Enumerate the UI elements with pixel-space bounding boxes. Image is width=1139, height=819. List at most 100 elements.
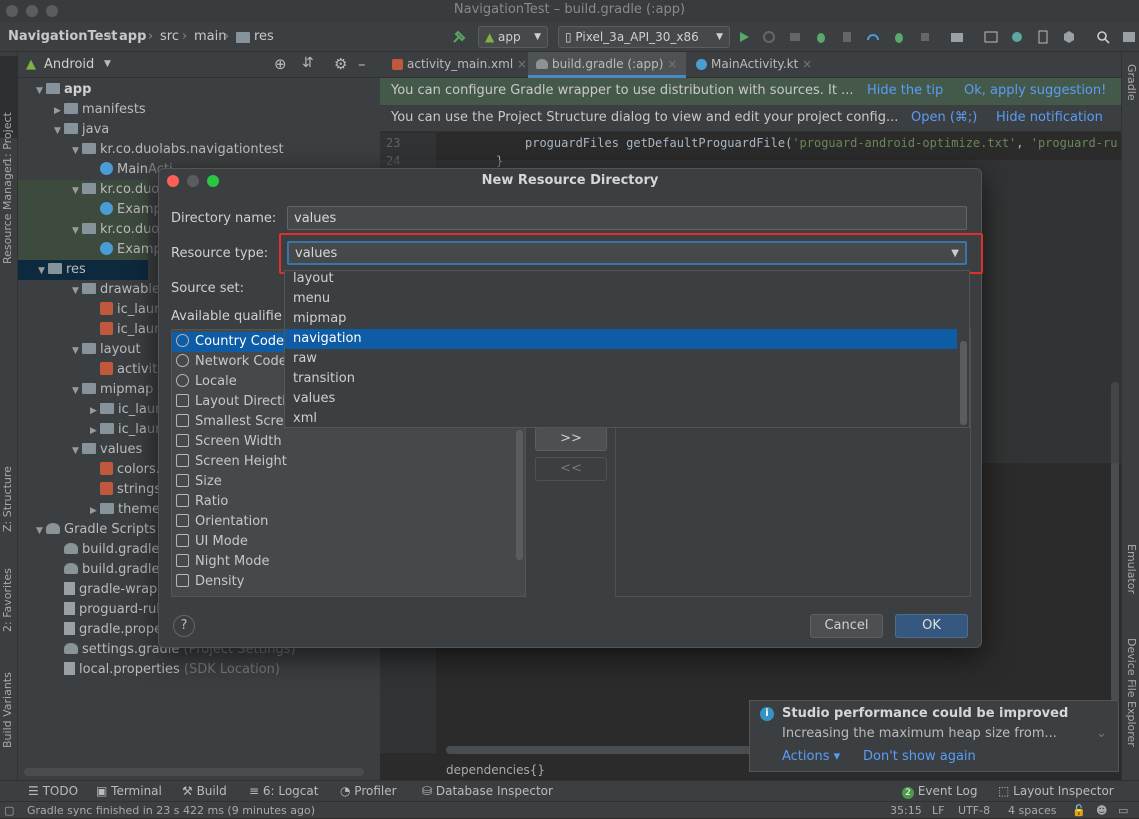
open-project-structure-link[interactable]: Open (⌘;) bbox=[911, 105, 977, 131]
dont-show-again-link[interactable]: Don't show again bbox=[863, 749, 976, 764]
search-icon[interactable] bbox=[1096, 30, 1110, 44]
tree-item[interactable]: ▼ java bbox=[54, 120, 109, 140]
device-file-explorer-tool-tab[interactable]: Device File Explorer bbox=[1125, 638, 1138, 747]
hide-tip-link[interactable]: Hide the tip bbox=[867, 78, 943, 104]
tree-item[interactable]: colors.x bbox=[90, 460, 168, 480]
qualifier-item[interactable]: Night Mode bbox=[172, 552, 269, 572]
gradle-sync-icon[interactable] bbox=[1010, 30, 1024, 44]
dropdown-option[interactable]: raw bbox=[285, 349, 957, 369]
profiler-tool-button[interactable]: ◔ Profiler bbox=[340, 784, 397, 798]
profile-icon[interactable] bbox=[866, 30, 880, 44]
qualifier-item[interactable]: Screen Height bbox=[172, 452, 287, 472]
tree-item[interactable]: ▶ themes bbox=[90, 500, 167, 520]
tree-item[interactable]: ▼ layout bbox=[72, 340, 141, 360]
tree-item-gradle-scripts[interactable]: ▼ Gradle Scripts bbox=[36, 520, 156, 540]
dropdown-option[interactable]: mipmap bbox=[285, 309, 957, 329]
dropdown-option[interactable]: menu bbox=[285, 289, 957, 309]
cancel-button[interactable]: Cancel bbox=[810, 614, 883, 638]
run-icon[interactable] bbox=[737, 30, 751, 44]
caret-position[interactable]: 35:15 bbox=[890, 802, 922, 819]
layout-inspector-tool-icon[interactable] bbox=[1062, 30, 1076, 44]
gradle-tool-tab[interactable]: Gradle bbox=[1125, 64, 1138, 101]
tree-item-res[interactable]: ▼ res bbox=[18, 260, 148, 280]
stop-icon[interactable] bbox=[918, 30, 932, 44]
notification-actions-link[interactable]: Actions ▾ bbox=[782, 749, 840, 764]
locate-icon[interactable]: ⊕ bbox=[274, 55, 287, 73]
qualifier-item[interactable]: Smallest Scre bbox=[172, 412, 284, 432]
favorites-tool-tab[interactable]: 2: Favorites bbox=[1, 568, 14, 632]
tree-item[interactable]: ▼ kr.co.duolabs.navigationtest bbox=[72, 140, 284, 160]
tree-item[interactable]: ▼ values bbox=[72, 440, 142, 460]
expand-icon[interactable]: ⌄ bbox=[1096, 726, 1107, 741]
debug-icon[interactable] bbox=[814, 30, 828, 44]
dropdown-option[interactable]: layout bbox=[285, 269, 957, 289]
hammer-icon[interactable] bbox=[452, 30, 466, 44]
indent-setting[interactable]: 4 spaces bbox=[1008, 802, 1057, 819]
resource-type-dropdown-list[interactable]: layout menu mipmap navigation raw transi… bbox=[284, 270, 970, 428]
rerun-icon[interactable] bbox=[762, 30, 776, 44]
qualifier-item[interactable]: Size bbox=[172, 472, 222, 492]
tab-main-activity[interactable]: MainActivity.kt × bbox=[688, 52, 812, 78]
sdk-manager-icon[interactable] bbox=[984, 30, 998, 44]
notifications-icon[interactable] bbox=[1122, 30, 1136, 44]
tree-item-app[interactable]: ▼ app bbox=[36, 80, 91, 100]
tree-item[interactable]: ▼ drawable bbox=[72, 280, 160, 300]
qualifier-item[interactable]: Density bbox=[172, 572, 244, 592]
status-message[interactable]: Gradle sync finished in 23 s 422 ms (9 m… bbox=[27, 802, 315, 819]
close-dialog-button[interactable] bbox=[167, 175, 179, 187]
qualifier-item[interactable]: Orientation bbox=[172, 512, 268, 532]
qualifier-item[interactable]: Ratio bbox=[172, 492, 228, 512]
tree-item[interactable]: proguard-rul bbox=[54, 600, 160, 620]
logcat-tool-button[interactable]: ≡ 6: Logcat bbox=[249, 784, 318, 798]
qualifier-item[interactable]: Screen Width bbox=[172, 432, 282, 452]
dropdown-option[interactable]: values bbox=[285, 389, 957, 409]
tree-item[interactable]: gradle-wrap bbox=[54, 580, 157, 600]
dropdown-scrollbar[interactable] bbox=[960, 341, 967, 425]
tree-item[interactable]: build.gradle bbox=[54, 540, 160, 560]
tree-item[interactable]: strings. bbox=[90, 480, 165, 500]
tree-item[interactable]: ▼ kr.co.duola bbox=[18, 180, 171, 200]
tree-item[interactable]: build.gradle bbox=[54, 560, 160, 580]
file-encoding[interactable]: UTF-8 bbox=[958, 802, 990, 819]
tree-item[interactable]: Exampl bbox=[18, 200, 165, 220]
lock-icon[interactable]: 🔓 bbox=[1072, 802, 1086, 819]
attach-debugger-icon[interactable] bbox=[892, 30, 906, 44]
resource-manager-tool-tab[interactable]: Resource Manager bbox=[1, 162, 14, 264]
chevron-down-icon[interactable]: ▼ bbox=[104, 59, 111, 69]
breadcrumb-res[interactable]: res bbox=[254, 29, 274, 44]
tree-item[interactable]: local.properties (SDK Location) bbox=[54, 660, 280, 680]
breadcrumb-src[interactable]: src bbox=[160, 29, 179, 44]
tab-activity-main[interactable]: activity_main.xml × bbox=[384, 52, 527, 78]
terminal-tool-button[interactable]: ▣ Terminal bbox=[96, 784, 162, 798]
emulator-tool-tab[interactable]: Emulator bbox=[1125, 544, 1138, 594]
qualifier-item[interactable]: UI Mode bbox=[172, 532, 248, 552]
project-tool-tab[interactable]: 1: Project bbox=[1, 112, 14, 164]
apply-suggestion-link[interactable]: Ok, apply suggestion! bbox=[964, 78, 1106, 104]
coverage-icon[interactable] bbox=[840, 30, 854, 44]
code-breadcrumb[interactable]: dependencies{} bbox=[446, 763, 545, 777]
remove-qualifier-button[interactable]: << bbox=[535, 457, 607, 481]
breadcrumb-app[interactable]: app bbox=[119, 29, 146, 44]
qualifiers-scrollbar[interactable] bbox=[516, 430, 523, 560]
help-button[interactable]: ? bbox=[173, 615, 195, 637]
horizontal-scrollbar[interactable] bbox=[24, 768, 364, 776]
run-config-dropdown[interactable]: ▲ app ▼ bbox=[478, 26, 548, 48]
add-qualifier-button[interactable]: >> bbox=[535, 427, 607, 451]
hide-icon[interactable]: – bbox=[358, 55, 366, 73]
dropdown-option[interactable]: xml bbox=[285, 409, 957, 429]
dropdown-option-selected[interactable]: navigation bbox=[285, 329, 957, 349]
database-inspector-tool-button[interactable]: ⛁ Database Inspector bbox=[422, 784, 553, 798]
device-dropdown[interactable]: ▯ Pixel_3a_API_30_x86 ▼ bbox=[558, 26, 730, 48]
zoom-dialog-button[interactable] bbox=[207, 175, 219, 187]
project-structure-icon[interactable] bbox=[950, 30, 964, 44]
structure-tool-tab[interactable]: Z: Structure bbox=[1, 466, 14, 532]
gear-icon[interactable]: ⚙ bbox=[334, 55, 347, 73]
hide-notification-link[interactable]: Hide notification bbox=[996, 105, 1103, 131]
build-variants-tool-tab[interactable]: Build Variants bbox=[1, 672, 14, 748]
breadcrumb-project[interactable]: NavigationTest bbox=[8, 29, 117, 44]
ok-button[interactable]: OK bbox=[895, 614, 968, 638]
tab-build-gradle[interactable]: build.gradle (:app) × bbox=[528, 52, 686, 78]
avd-manager-icon[interactable] bbox=[1036, 30, 1050, 44]
tree-item[interactable]: ▼ mipmap bbox=[72, 380, 153, 400]
line-separator[interactable]: LF bbox=[932, 802, 944, 819]
